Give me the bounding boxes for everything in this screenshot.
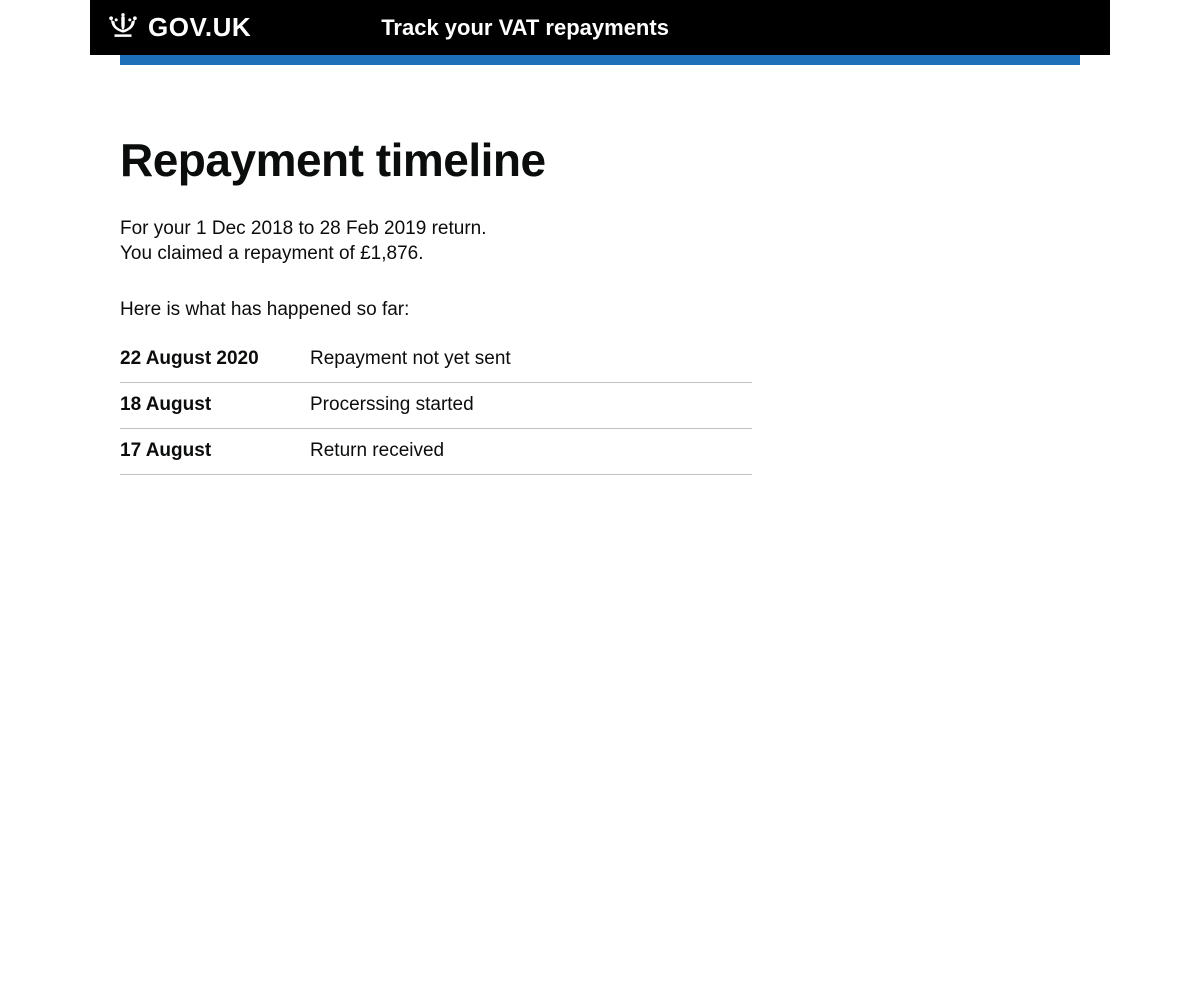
timeline-date: 17 August [120,440,310,462]
timeline-status: Return received [310,440,444,462]
page-title: Repayment timeline [120,135,1080,186]
timeline-list: 22 August 2020 Repayment not yet sent 18… [120,348,752,475]
timeline-row: 17 August Return received [120,429,752,475]
timeline-status: Procerssing started [310,394,474,416]
timeline-date: 18 August [120,394,310,416]
intro-line-1: For your 1 Dec 2018 to 28 Feb 2019 retur… [120,218,487,239]
intro-line-2: You claimed a repayment of £1,876. [120,243,424,264]
timeline-status: Repayment not yet sent [310,348,511,370]
govuk-logo-link[interactable]: GOV.UK [106,11,251,44]
timeline-date: 22 August 2020 [120,348,310,370]
timeline-row: 22 August 2020 Repayment not yet sent [120,348,752,383]
govuk-logo-text: GOV.UK [148,12,251,43]
main-content: Repayment timeline For your 1 Dec 2018 t… [90,135,1110,475]
timeline-row: 18 August Procerssing started [120,383,752,429]
crown-icon [106,11,140,44]
header-blue-bar [120,55,1080,65]
sofar-paragraph: Here is what has happened so far: [120,297,1080,323]
service-name: Track your VAT repayments [381,15,669,41]
site-header: GOV.UK Track your VAT repayments [90,0,1110,55]
intro-paragraph: For your 1 Dec 2018 to 28 Feb 2019 retur… [120,216,1080,267]
